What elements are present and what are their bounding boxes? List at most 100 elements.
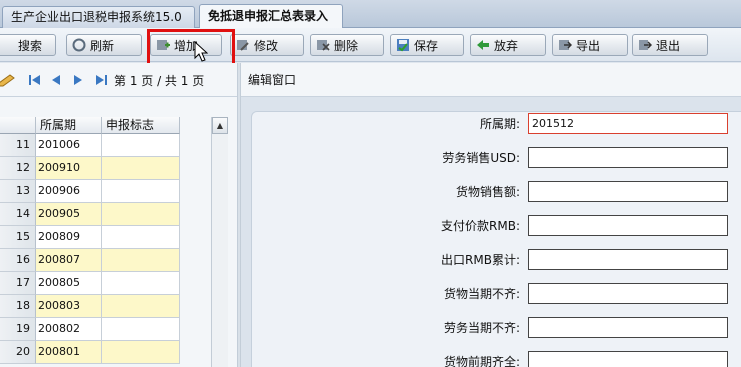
payment-rmb-field[interactable]	[528, 215, 728, 236]
row-number: 19	[0, 318, 36, 341]
exit-icon	[638, 38, 652, 52]
table-row[interactable]: 11 201006	[0, 134, 237, 157]
table-row[interactable]: 14 200905	[0, 203, 237, 226]
save-button[interactable]: 保存	[390, 34, 464, 56]
table-row[interactable]: 17 200805	[0, 272, 237, 295]
discard-button[interactable]: 放弃	[470, 34, 546, 56]
exit-button-label: 退出	[656, 38, 681, 53]
toolbar: 搜索 刷新 增加 修改 删除 保存 放弃 导出 退出	[0, 28, 741, 62]
column-header-period[interactable]: 所属期	[36, 117, 102, 134]
delete-button-label: 删除	[334, 38, 359, 53]
cell-period[interactable]: 200910	[36, 157, 102, 180]
refresh-button[interactable]: 刷新	[66, 34, 142, 56]
cell-flag[interactable]	[102, 134, 180, 157]
edit-icon	[236, 38, 250, 52]
next-page-icon[interactable]	[72, 73, 84, 87]
cell-period[interactable]: 200801	[36, 341, 102, 364]
table-row[interactable]: 20 200801	[0, 341, 237, 364]
table-row[interactable]: 19 200802	[0, 318, 237, 341]
previous-page-icon[interactable]	[50, 73, 62, 87]
discard-button-label: 放弃	[494, 38, 519, 53]
field-label-period: 所属期:	[479, 117, 520, 131]
arrow-left-icon	[476, 38, 490, 52]
row-number: 15	[0, 226, 36, 249]
cell-flag[interactable]	[102, 272, 180, 295]
cell-flag[interactable]	[102, 295, 180, 318]
scroll-up-icon[interactable]: ▲	[212, 117, 228, 134]
field-label-service-current-incomplete: 劳务当期不齐:	[443, 321, 520, 335]
row-number: 12	[0, 157, 36, 180]
cell-flag[interactable]	[102, 203, 180, 226]
page-info: 第 1 页 / 共 1 页	[114, 74, 205, 88]
cell-flag[interactable]	[102, 157, 180, 180]
search-button-label: 搜索	[18, 38, 43, 53]
cell-period[interactable]: 200803	[36, 295, 102, 318]
last-page-icon[interactable]	[94, 73, 108, 87]
table-row[interactable]: 12 200910	[0, 157, 237, 180]
exit-button[interactable]: 退出	[632, 34, 708, 56]
field-label-service-sales-usd: 劳务销售USD:	[442, 151, 520, 165]
cell-flag[interactable]	[102, 341, 180, 364]
table-row[interactable]: 15 200809	[0, 226, 237, 249]
first-page-icon[interactable]	[28, 73, 42, 87]
column-header-flag[interactable]: 申报标志	[102, 117, 180, 134]
goods-prior-complete-field[interactable]	[528, 351, 728, 367]
cell-period[interactable]: 200905	[36, 203, 102, 226]
refresh-icon	[72, 38, 86, 52]
export-rmb-total-field[interactable]	[528, 249, 728, 270]
cell-flag[interactable]	[102, 249, 180, 272]
export-button[interactable]: 导出	[552, 34, 628, 56]
cell-flag[interactable]	[102, 226, 180, 249]
cell-flag[interactable]	[102, 180, 180, 203]
row-number: 20	[0, 341, 36, 364]
cell-period[interactable]: 200802	[36, 318, 102, 341]
period-field[interactable]	[528, 113, 728, 134]
field-label-goods-sales: 货物销售额:	[455, 185, 520, 199]
cell-period[interactable]: 200807	[36, 249, 102, 272]
table-row[interactable]: 13 200906	[0, 180, 237, 203]
row-number: 11	[0, 134, 36, 157]
tab-main-system[interactable]: 生产企业出口退税申报系统15.0	[2, 6, 195, 28]
pager-bar: 第 1 页 / 共 1 页	[0, 63, 237, 97]
grid-header: 所属期 申报标志	[0, 117, 237, 134]
field-label-goods-current-incomplete: 货物当期不齐:	[443, 287, 520, 301]
field-label-payment-rmb: 支付价款RMB:	[441, 219, 520, 233]
pencil-icon[interactable]	[0, 73, 16, 87]
row-number: 13	[0, 180, 36, 203]
form-row-goods-prior-complete: 货物前期齐全:	[252, 351, 741, 367]
tab-exemption-summary-entry[interactable]: 免抵退申报汇总表录入	[199, 4, 343, 28]
goods-sales-field[interactable]	[528, 181, 728, 202]
edit-panel: 所属期: 劳务销售USD: 货物销售额: 支付价款RMB: 出口RMB累计: 货…	[241, 97, 741, 367]
form-row-payment-rmb: 支付价款RMB:	[252, 215, 741, 237]
form-row-period: 所属期:	[252, 113, 741, 135]
field-label-export-rmb-total: 出口RMB累计:	[441, 253, 520, 267]
table-row[interactable]: 16 200807	[0, 249, 237, 272]
goods-current-incomplete-field[interactable]	[528, 283, 728, 304]
cell-period[interactable]: 200809	[36, 226, 102, 249]
row-number: 14	[0, 203, 36, 226]
export-icon	[558, 38, 572, 52]
form-row-export-rmb-total: 出口RMB累计:	[252, 249, 741, 271]
search-button[interactable]: 搜索	[0, 34, 56, 56]
row-number-header	[0, 117, 36, 134]
edit-button-label: 修改	[254, 38, 279, 53]
edit-window-title: 编辑窗口	[241, 63, 741, 97]
row-number: 16	[0, 249, 36, 272]
service-current-incomplete-field[interactable]	[528, 317, 728, 338]
cell-period[interactable]: 200805	[36, 272, 102, 295]
service-sales-usd-field[interactable]	[528, 147, 728, 168]
form-row-goods-sales: 货物销售额:	[252, 181, 741, 203]
grid-vertical-scrollbar[interactable]: ▲	[211, 117, 228, 367]
cell-period[interactable]: 200906	[36, 180, 102, 203]
save-icon	[396, 38, 410, 52]
edit-form: 所属期: 劳务销售USD: 货物销售额: 支付价款RMB: 出口RMB累计: 货…	[251, 111, 741, 367]
cell-flag[interactable]	[102, 318, 180, 341]
delete-button[interactable]: 删除	[310, 34, 384, 56]
refresh-button-label: 刷新	[90, 38, 115, 53]
edit-button[interactable]: 修改	[230, 34, 304, 56]
cell-period[interactable]: 201006	[36, 134, 102, 157]
search-icon	[0, 38, 14, 52]
form-row-goods-current-incomplete: 货物当期不齐:	[252, 283, 741, 305]
row-number: 17	[0, 272, 36, 295]
table-row[interactable]: 18 200803	[0, 295, 237, 318]
